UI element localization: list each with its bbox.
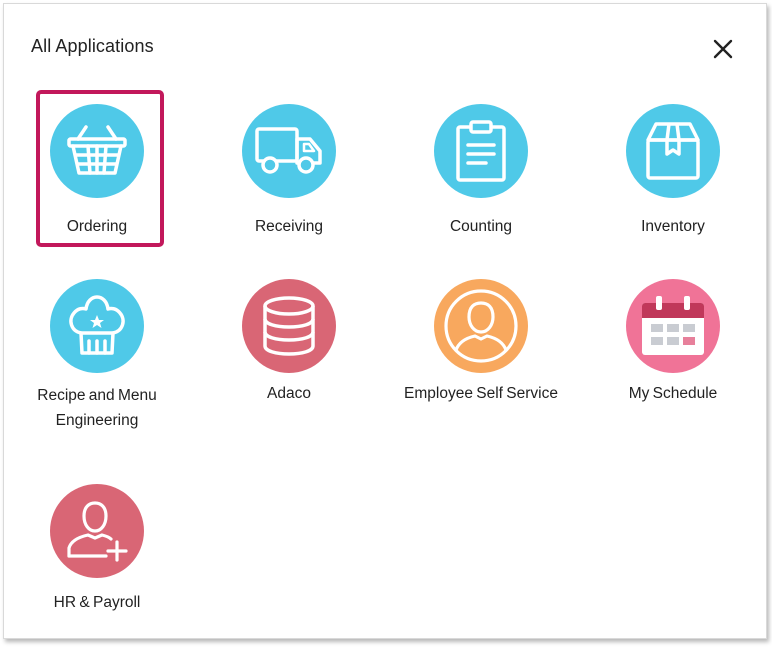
app-label: Counting — [449, 218, 513, 235]
app-icon-circle — [626, 279, 720, 373]
person-icon — [444, 289, 518, 363]
app-my-schedule[interactable]: My Schedule — [583, 279, 763, 406]
basket-icon — [67, 125, 127, 175]
app-label: Receiving — [254, 218, 324, 235]
truck-icon — [255, 127, 322, 174]
app-icon-circle — [626, 104, 720, 198]
close-button[interactable] — [706, 32, 740, 66]
app-icon-circle — [50, 279, 144, 373]
app-inventory[interactable]: Inventory — [583, 104, 763, 239]
app-icon-circle — [50, 104, 144, 198]
box-icon — [646, 122, 700, 180]
app-hr-and-payroll[interactable]: HR & Payroll — [7, 484, 187, 615]
app-icon-circle — [50, 484, 144, 578]
chef-hat-icon — [69, 295, 125, 355]
app-icon-circle — [242, 104, 336, 198]
app-label: Adaco — [267, 385, 311, 402]
coin-stack-icon — [263, 296, 315, 356]
app-counting[interactable]: Counting — [391, 104, 571, 239]
close-icon — [713, 39, 733, 59]
app-label: Recipe and Menu Engineering — [37, 387, 157, 429]
clipboard-icon — [456, 120, 506, 182]
app-icon-circle — [434, 104, 528, 198]
calendar-icon — [642, 296, 704, 355]
app-receiving[interactable]: Receiving — [199, 104, 379, 239]
app-ordering[interactable]: Ordering — [7, 104, 187, 239]
app-label: Ordering — [66, 218, 128, 235]
app-adaco[interactable]: Adaco — [199, 279, 379, 406]
app-icon-circle — [242, 279, 336, 373]
app-recipe-and-menu-engineering[interactable]: Recipe and Menu Engineering — [7, 279, 187, 433]
app-label: HR & Payroll — [53, 594, 141, 611]
app-label: Employee Self Service — [404, 385, 558, 402]
add-user-icon — [67, 501, 128, 562]
app-icon-circle — [434, 279, 528, 373]
dialog-title: All Applications — [31, 36, 154, 56]
all-applications-dialog: All Applications Ordering Receiving Coun… — [3, 3, 767, 639]
app-label: Inventory — [641, 218, 705, 235]
app-label: My Schedule — [628, 385, 718, 402]
app-employee-self-service[interactable]: Employee Self Service — [391, 279, 571, 406]
